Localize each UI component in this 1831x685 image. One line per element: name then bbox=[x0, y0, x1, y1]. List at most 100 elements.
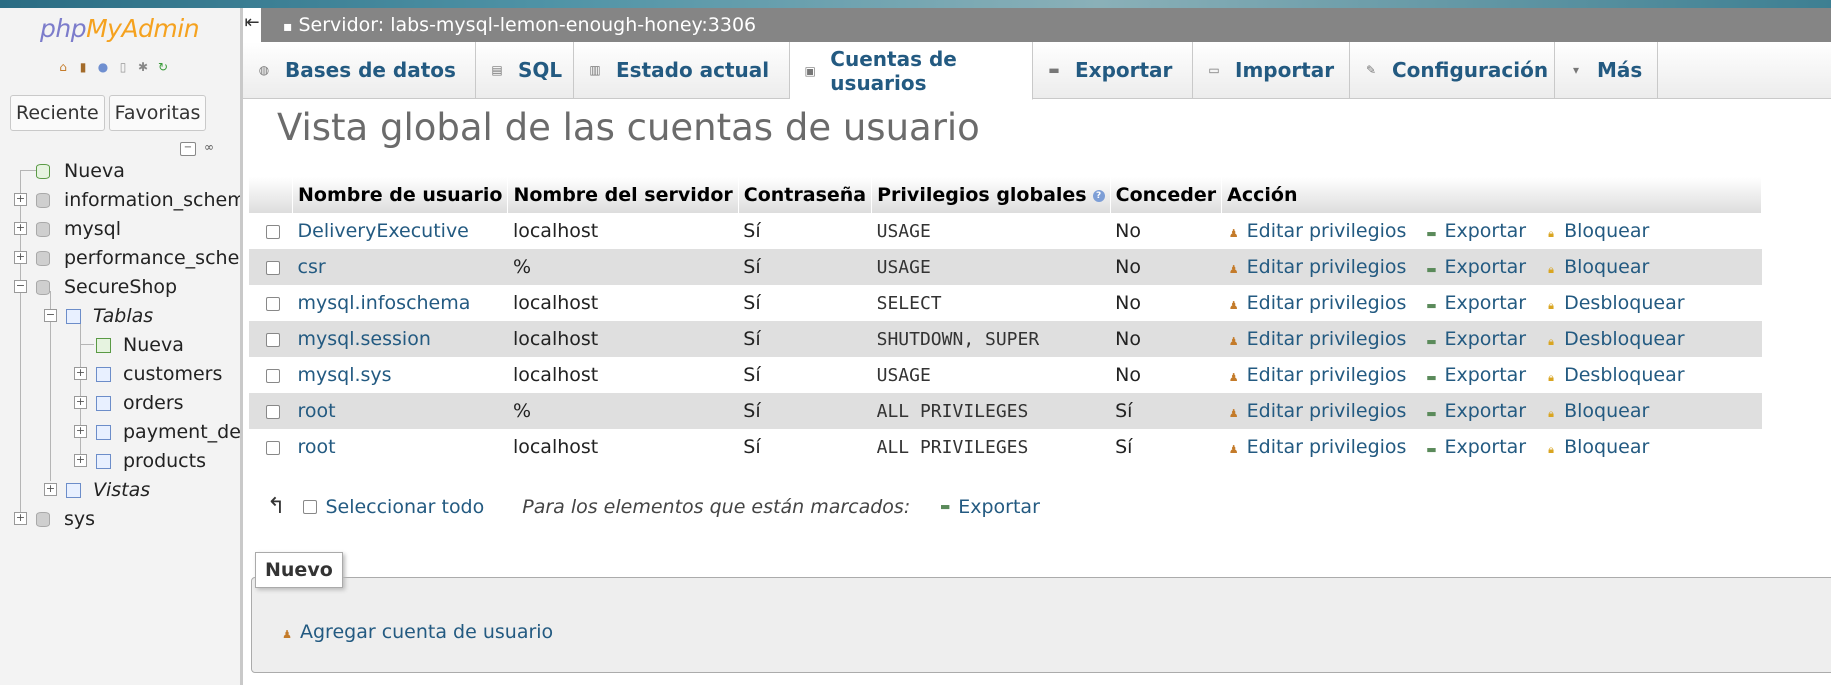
username-link[interactable]: root bbox=[298, 400, 336, 422]
edit-privileges-button[interactable]: ♟ Editar privilegios bbox=[1227, 256, 1407, 278]
tree-item-customers[interactable]: + customers bbox=[74, 359, 222, 389]
logout-icon[interactable]: ▮ bbox=[76, 60, 90, 74]
username-link[interactable]: root bbox=[298, 436, 336, 458]
edit-privileges-button[interactable]: ♟ Editar privilegios bbox=[1227, 220, 1407, 242]
export-user-button[interactable]: ▬ Exportar bbox=[1424, 436, 1526, 458]
tree-item-products[interactable]: + products bbox=[74, 446, 206, 476]
server-breadcrumb[interactable]: ▪ Servidor: labs-mysql-lemon-enough-honey… bbox=[283, 14, 756, 36]
expand-icon[interactable]: + bbox=[14, 512, 27, 525]
collapse-icon[interactable]: − bbox=[14, 280, 27, 293]
row-checkbox[interactable] bbox=[266, 440, 280, 455]
tree-item-new-database[interactable]: Nueva bbox=[20, 156, 125, 186]
tab-status[interactable]: ▥ Estado actual bbox=[574, 42, 790, 98]
export-user-button[interactable]: ▬ Exportar bbox=[1424, 364, 1526, 386]
add-user-account-link[interactable]: ♟ Agregar cuenta de usuario bbox=[280, 621, 553, 643]
edit-privileges-button[interactable]: ♟ Editar privilegios bbox=[1227, 292, 1407, 314]
expand-icon[interactable]: + bbox=[74, 454, 87, 467]
lock-toggle-button[interactable]: 🔒︎ Desbloquear bbox=[1544, 328, 1684, 350]
expand-icon[interactable]: + bbox=[14, 222, 27, 235]
status-chart-icon: ▥ bbox=[589, 63, 601, 77]
lock-toggle-button[interactable]: 🔒︎ Bloquear bbox=[1544, 400, 1649, 422]
expand-icon[interactable]: + bbox=[14, 251, 27, 264]
expand-icon[interactable]: + bbox=[74, 425, 87, 438]
edit-privileges-button[interactable]: ♟ Editar privilegios bbox=[1227, 364, 1407, 386]
username-link[interactable]: mysql.sys bbox=[298, 364, 392, 386]
favorites-button[interactable]: Favoritas bbox=[108, 95, 207, 131]
select-all-checkbox[interactable] bbox=[303, 499, 318, 514]
expand-icon[interactable]: + bbox=[14, 193, 27, 206]
lock-toggle-button[interactable]: 🔒︎ Bloquear bbox=[1544, 220, 1649, 242]
username-link[interactable]: mysql.session bbox=[298, 328, 431, 350]
select-all-link[interactable]: Seleccionar todo bbox=[325, 496, 484, 518]
export-user-button[interactable]: ▬ Exportar bbox=[1424, 220, 1526, 242]
tree-item-views[interactable]: + Vistas bbox=[44, 475, 150, 505]
lock-toggle-button[interactable]: 🔒︎ Bloquear bbox=[1544, 256, 1649, 278]
lock-toggle-button[interactable]: 🔒︎ Desbloquear bbox=[1544, 292, 1684, 314]
tab-sql[interactable]: ▤ SQL bbox=[476, 42, 574, 98]
export-user-button[interactable]: ▬ Exportar bbox=[1424, 292, 1526, 314]
lock-icon: 🔒︎ bbox=[1548, 443, 1555, 456]
expand-icon[interactable]: + bbox=[44, 483, 57, 496]
link-icon[interactable]: ∞ bbox=[202, 141, 216, 154]
password-cell: Sí bbox=[738, 357, 872, 393]
tree-item-secureshop[interactable]: − SecureShop bbox=[14, 272, 177, 302]
export-user-button[interactable]: ▬ Exportar bbox=[1424, 400, 1526, 422]
gear-icon[interactable]: ✱ bbox=[136, 60, 150, 74]
username-link[interactable]: csr bbox=[298, 256, 326, 278]
export-selected-button[interactable]: Exportar bbox=[958, 496, 1040, 518]
tab-user-accounts[interactable]: ▣ Cuentas de usuarios bbox=[790, 42, 1033, 100]
row-checkbox[interactable] bbox=[266, 296, 280, 311]
add-user-icon: ♟ bbox=[282, 628, 292, 641]
privileges-cell: SHUTDOWN, SUPER bbox=[871, 321, 1111, 357]
tree-item-information-schema[interactable]: + information_schema bbox=[14, 185, 240, 215]
edit-privileges-button[interactable]: ♟ Editar privilegios bbox=[1227, 400, 1407, 422]
tab-more[interactable]: ▾ Más bbox=[1555, 42, 1658, 98]
tree-item-performance-schema[interactable]: + performance_schema bbox=[14, 243, 240, 273]
column-header-global-privileges[interactable]: Privilegios globales? bbox=[871, 177, 1111, 213]
column-header-username[interactable]: Nombre de usuario bbox=[292, 177, 509, 213]
column-header-host[interactable]: Nombre del servidor bbox=[507, 177, 739, 213]
tree-item-tables[interactable]: − Tablas bbox=[44, 301, 153, 331]
docs-icon[interactable]: ▯ bbox=[116, 60, 130, 74]
row-checkbox[interactable] bbox=[266, 224, 280, 239]
home-icon[interactable]: ⌂ bbox=[56, 60, 70, 74]
tree-item-payment-details[interactable]: + payment_details bbox=[74, 417, 240, 447]
tree-controls: − ∞ bbox=[180, 141, 216, 156]
recent-button[interactable]: Reciente bbox=[10, 95, 105, 131]
column-header-password[interactable]: Contraseña bbox=[738, 177, 873, 213]
tree-item-sys[interactable]: + sys bbox=[14, 504, 95, 534]
edit-privileges-icon: ♟ bbox=[1228, 299, 1239, 312]
username-link[interactable]: DeliveryExecutive bbox=[298, 220, 469, 242]
row-checkbox[interactable] bbox=[266, 260, 280, 275]
tab-settings[interactable]: ✎ Configuración bbox=[1350, 42, 1555, 98]
username-link[interactable]: mysql.infoschema bbox=[298, 292, 471, 314]
help-icon[interactable]: ● bbox=[96, 60, 110, 74]
reload-icon[interactable]: ↻ bbox=[156, 60, 170, 74]
host-cell: % bbox=[507, 393, 739, 429]
phpmyadmin-logo[interactable]: phpMyAdmin bbox=[40, 14, 200, 43]
export-user-button[interactable]: ▬ Exportar bbox=[1424, 328, 1526, 350]
export-user-button[interactable]: ▬ Exportar bbox=[1424, 256, 1526, 278]
help-icon[interactable]: ? bbox=[1092, 189, 1105, 202]
tree-item-orders[interactable]: + orders bbox=[74, 388, 184, 418]
expand-icon[interactable]: + bbox=[74, 367, 87, 380]
lock-toggle-button[interactable]: 🔒︎ Bloquear bbox=[1544, 436, 1649, 458]
column-header-grant[interactable]: Conceder bbox=[1110, 177, 1223, 213]
collapse-all-icon[interactable]: − bbox=[180, 142, 196, 156]
tree-item-new-table[interactable]: Nueva bbox=[80, 330, 184, 360]
tree-item-mysql[interactable]: + mysql bbox=[14, 214, 121, 244]
row-checkbox[interactable] bbox=[266, 368, 280, 383]
expand-icon[interactable]: + bbox=[74, 396, 87, 409]
tab-import[interactable]: ▭ Importar bbox=[1193, 42, 1350, 98]
row-checkbox[interactable] bbox=[266, 332, 280, 347]
collapse-icon[interactable]: − bbox=[44, 309, 57, 322]
password-cell: Sí bbox=[738, 285, 872, 321]
tab-export[interactable]: ▬ Exportar bbox=[1033, 42, 1193, 98]
row-checkbox[interactable] bbox=[266, 404, 280, 419]
collapse-nav-arrow-icon[interactable]: ⇤ bbox=[243, 8, 261, 42]
edit-privileges-button[interactable]: ♟ Editar privilegios bbox=[1227, 436, 1407, 458]
edit-privileges-button[interactable]: ♟ Editar privilegios bbox=[1227, 328, 1407, 350]
tab-databases[interactable]: ◍ Bases de datos bbox=[243, 42, 476, 98]
privileges-cell: SELECT bbox=[871, 285, 1111, 321]
lock-toggle-button[interactable]: 🔒︎ Desbloquear bbox=[1544, 364, 1684, 386]
